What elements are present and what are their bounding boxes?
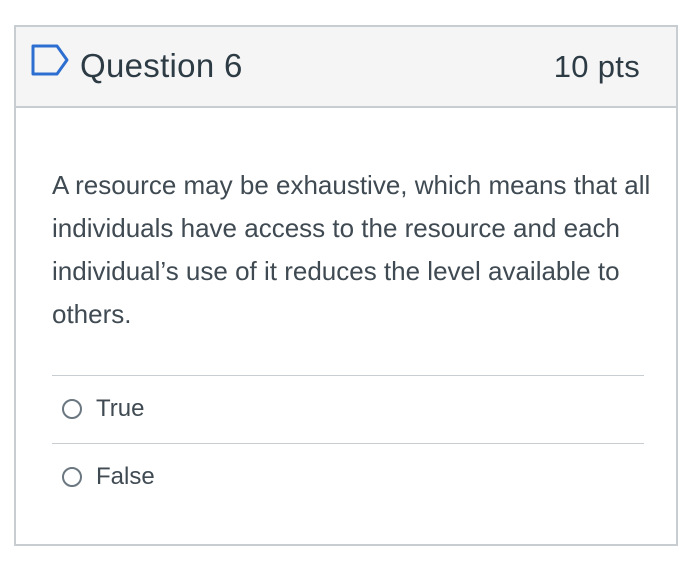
question-header: Question 6 10 pts <box>16 27 676 108</box>
question-text: A resource may be exhaustive, which mean… <box>52 170 651 329</box>
question-title: Question 6 <box>80 47 243 84</box>
answer-label: True <box>96 395 145 422</box>
answer-option-true[interactable]: True <box>52 376 644 442</box>
radio-button[interactable] <box>62 399 82 419</box>
answer-option-false[interactable]: False <box>52 444 644 510</box>
answer-label: False <box>96 463 155 490</box>
question-card: Question 6 10 pts A resource may be exha… <box>14 25 678 546</box>
flag-question-icon[interactable] <box>31 44 69 76</box>
question-points: 10 pts <box>553 49 640 84</box>
radio-button[interactable] <box>62 467 82 487</box>
